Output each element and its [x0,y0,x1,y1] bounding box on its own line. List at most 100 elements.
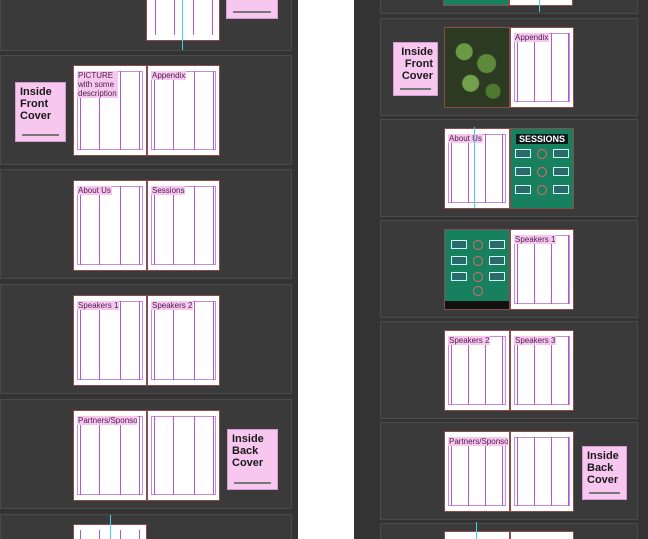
spread-guide [476,522,477,539]
page-thumbnail[interactable] [443,0,509,6]
left-pages-panel: PICTURE with some description Appendix I… [0,0,298,539]
spread-slot[interactable]: Partners/Sponsors Inside Back Cover [380,422,638,520]
column-guide [551,235,569,304]
spread-slot[interactable]: Appendix Inside Front Cover [380,18,638,116]
page-thumbnail-picture[interactable]: PICTURE with some description [73,65,147,156]
flowchart-box [489,240,505,249]
spread-slot[interactable]: About Us SESSIONS [380,119,638,217]
column-guide [451,437,469,506]
page-thumbnail-appendix[interactable]: Appendix [147,65,220,156]
column-guide [485,336,503,405]
inside-front-cover-note[interactable]: Inside Front Cover [15,82,66,142]
spread-slot[interactable]: Speakers 1 [380,220,638,318]
spread-guide [539,0,540,12]
column-guide [80,186,100,265]
spread-slot[interactable] [0,0,292,51]
flowchart-node [473,256,483,266]
sticky-note[interactable] [226,0,278,19]
spread-guide [474,127,475,208]
page-label: Speakers 1 [77,301,120,310]
page-thumbnail-partners[interactable]: Partners/Sponsors [73,410,147,501]
spread-slot[interactable]: Speakers 1 Speakers 2 [0,284,292,394]
column-guide [80,416,100,495]
flowchart-node [537,185,547,195]
note-underline [22,134,59,136]
note-text: Inside Front Cover [20,86,52,122]
column-guide [80,530,100,539]
page-thumbnail[interactable] [444,531,510,539]
column-guide [551,437,569,506]
page-thumbnail-sessions[interactable]: SESSIONS [510,128,574,209]
flowchart-box [553,167,569,176]
spread-guide [110,515,111,539]
spread-slot[interactable]: PICTURE with some description Appendix I… [0,55,292,165]
page-thumbnail[interactable] [146,0,220,41]
inside-front-cover-note[interactable]: Inside Front Cover [393,42,438,96]
column-guide [485,134,503,203]
page-thumbnail-about-us[interactable]: About Us [73,180,147,271]
flowchart-box [553,185,569,194]
page-thumbnail-sessions[interactable]: Sessions [147,180,220,271]
page-thumbnail-partners[interactable]: Partners/Sponsors [444,431,510,512]
flowchart-box [451,240,467,249]
flowchart-box [553,149,569,158]
flowchart-node [537,149,547,159]
page-label: Sessions [151,186,186,195]
flowchart-box [489,256,505,265]
flowchart-box [515,167,531,176]
column-guide [154,71,174,150]
page-thumbnail-appendix[interactable]: Appendix [510,27,574,108]
spread-slot[interactable]: Speakers 2 Speakers 3 [380,321,638,419]
column-guide [194,71,214,150]
right-pages-panel: Appendix Inside Front Cover About Us SES… [354,0,648,539]
column-guide [485,437,503,506]
page-thumbnail-flowchart[interactable] [444,229,510,310]
column-guide [154,301,174,380]
page-thumbnail-about-us[interactable]: About Us [444,128,510,209]
page-thumbnail-speakers-1[interactable]: Speakers 1 [510,229,574,310]
column-guide [551,336,569,405]
column-guide [120,301,140,380]
page-label: Partners/Sponsors [77,416,137,425]
page-thumbnail-photo[interactable] [444,27,510,108]
column-guide [517,336,535,405]
column-guide [451,134,469,203]
flowchart-box [489,272,505,281]
column-guide [551,33,569,102]
page-thumbnail-blank[interactable] [147,410,220,501]
spread-slot[interactable]: About Us Sessions [0,169,292,279]
flowchart-box [515,149,531,158]
inside-back-cover-note[interactable]: Inside Back Cover [582,446,627,500]
page-thumbnail-blank[interactable] [510,431,574,512]
page-label: About Us [77,186,112,195]
page-thumbnail-speakers-2[interactable]: Speakers 2 [147,295,220,386]
spread-slot[interactable] [380,523,638,539]
note-text: Inside Back Cover [232,433,264,469]
page-thumbnail-speakers-2[interactable]: Speakers 2 [444,330,510,411]
column-guide [120,530,140,539]
column-guide [154,186,174,265]
column-guide [194,416,214,495]
column-guide [154,416,174,495]
page-label: Speakers 2 [448,336,491,345]
page-thumbnail-speakers-1[interactable]: Speakers 1 [73,295,147,386]
note-underline [400,88,431,90]
column-guide [120,186,140,265]
note-underline [589,492,620,494]
flowchart-box [515,185,531,194]
page-thumbnail[interactable] [510,531,574,539]
inside-back-cover-note[interactable]: Inside Back Cover [227,429,278,490]
page-thumbnail[interactable] [509,0,573,6]
page-label: Speakers 1 [514,235,557,244]
column-guide [193,0,213,35]
page-label: Appendix [514,33,550,42]
note-text: Inside Back Cover [587,450,619,486]
note-text: Inside Front Cover [401,46,433,82]
spread-slot[interactable] [0,514,292,539]
flowchart-node [473,240,483,250]
spread-slot[interactable] [380,0,638,14]
note-underline [234,482,271,484]
page-label: Partners/Sponsors [448,437,508,446]
spread-slot[interactable]: Partners/Sponsors Inside Back Cover [0,399,292,509]
page-thumbnail-speakers-3[interactable]: Speakers 3 [510,330,574,411]
